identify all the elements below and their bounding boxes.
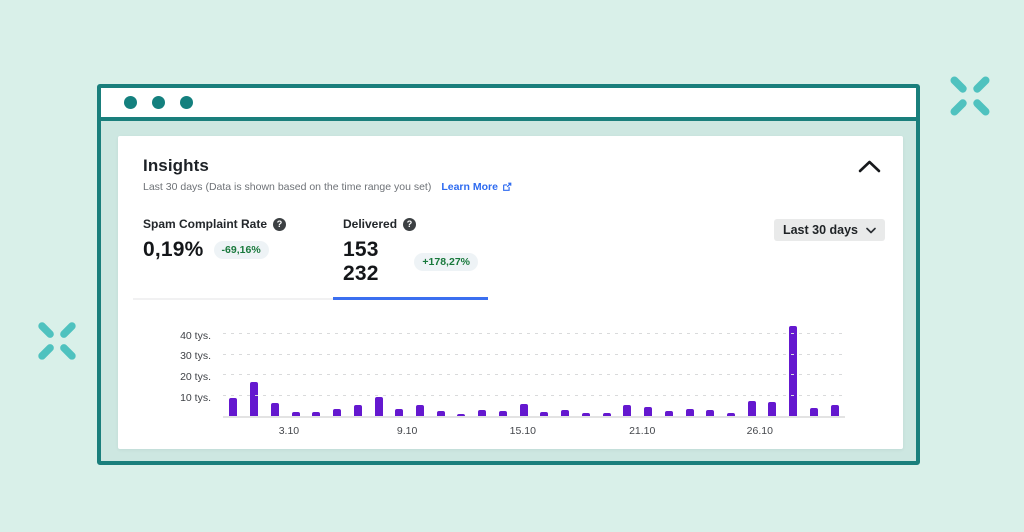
card-header: Insights Last 30 days (Data is shown bas… [118,136,903,193]
bar [644,407,653,416]
bar-slot [824,320,845,416]
gridline [223,374,845,376]
browser-viewport: Insights Last 30 days (Data is shown bas… [101,121,916,457]
bar-slot [306,320,327,416]
browser-window: Insights Last 30 days (Data is shown bas… [97,84,920,465]
bar-slot [285,320,306,416]
chevron-up-icon [858,160,881,173]
bar [229,397,238,416]
delta-badge: -69,16% [213,241,269,259]
subtitle-text: Last 30 days (Data is shown based on the… [143,181,432,193]
range-select-value: Last 30 days [782,223,858,237]
gridline [223,353,845,355]
bar [353,405,362,416]
y-tick-label: 20 tys. [180,371,211,384]
x-tick-label: 26.10 [746,425,773,437]
bar-slot [244,320,265,416]
tab-spam-complaint-rate[interactable]: Spam Complaint Rate ? 0,19% -69,16% [133,217,333,300]
x-tick-label: 15.10 [509,425,536,437]
bar [250,382,259,416]
bar-slot [451,320,472,416]
page-title: Insights [143,156,209,175]
bar-slot [617,320,638,416]
bar-slot [700,320,721,416]
chevron-down-icon [866,227,876,233]
metric-value: 0,19% [143,238,204,261]
bar-slot [493,320,514,416]
bar-slot [430,320,451,416]
bar-slot [534,320,555,416]
bar-slot [347,320,368,416]
window-dot[interactable] [124,96,137,109]
bar-slot [679,320,700,416]
sparkle-icon-left [38,322,76,360]
sparkle-icon-right [950,76,990,116]
bar-slot [762,320,783,416]
bar-slot [596,320,617,416]
bar-slot [264,320,285,416]
bar-slot [721,320,742,416]
bar-slot [223,320,244,416]
bar-slot [555,320,576,416]
y-tick-label: 30 tys. [180,350,211,363]
help-icon[interactable]: ? [273,217,287,231]
help-icon[interactable]: ? [403,217,417,231]
bar-slot [389,320,410,416]
bar-slot [638,320,659,416]
chart-bars [223,320,845,416]
delta-badge: +178,27% [414,253,478,271]
metric-value: 153 232 [343,238,379,285]
bar [768,401,777,416]
browser-titlebar [101,88,916,121]
gridline [223,333,845,335]
x-axis-labels: 3.10 9.10 15.10 21.10 26.10 [223,416,845,442]
x-tick-label: 9.10 [396,425,418,437]
y-tick-label: 40 tys. [180,329,211,342]
bar-slot [804,320,825,416]
bar [519,404,528,416]
y-tick-label: 10 tys. [180,392,211,405]
bar [789,326,798,416]
bar [830,404,839,416]
chart-plot: 3.10 9.10 15.10 21.10 26.10 [223,320,845,437]
tab-label: Delivered [343,217,398,231]
x-tick-label: 21.10 [629,425,656,437]
metric-tabs: Spam Complaint Rate ? 0,19% -69,16% Deli… [133,217,488,300]
bar-slot [472,320,493,416]
window-dot[interactable] [180,96,193,109]
bar-slot [783,320,804,416]
tab-label: Spam Complaint Rate [143,217,268,231]
bar [415,404,424,416]
x-tick-label: 3.10 [278,425,300,437]
bar-slot [658,320,679,416]
bar [747,400,756,416]
range-select[interactable]: Last 30 days [773,219,885,241]
bar-slot [327,320,348,416]
bar-slot [410,320,431,416]
tab-delivered[interactable]: Delivered ? 153 232 +178,27% [333,217,488,300]
bar [333,409,342,416]
collapse-button[interactable] [858,160,881,173]
bar [809,408,818,416]
bar [623,404,632,416]
bar [270,402,279,416]
delivered-chart: 10 tys. 20 tys. 30 tys. 40 tys. 3.10 9.10 15.… [143,320,878,448]
metrics-row: Spam Complaint Rate ? 0,19% -69,16% Deli… [118,217,903,300]
window-dot[interactable] [152,96,165,109]
bar-slot [513,320,534,416]
y-axis-labels: 10 tys. 20 tys. 30 tys. 40 tys. [143,320,211,418]
bar-slot [741,320,762,416]
insights-card: Insights Last 30 days (Data is shown bas… [118,136,903,449]
external-link-icon [503,182,512,191]
bar [685,408,694,416]
bar-slot [368,320,389,416]
bar [374,397,383,416]
bar-slot [575,320,596,416]
learn-more-link[interactable]: Learn More [441,181,498,193]
gridline [223,394,845,396]
